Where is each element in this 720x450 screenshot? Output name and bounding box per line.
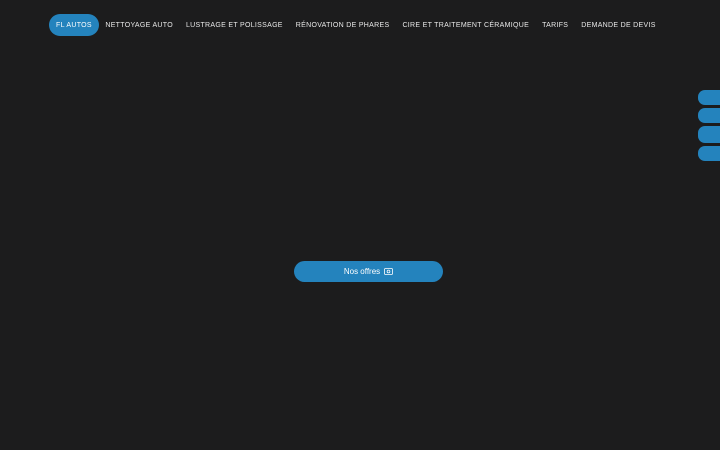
money-icon <box>384 268 394 275</box>
nav-item-tarifs[interactable]: TARIFS <box>536 14 575 36</box>
side-floating-buttons <box>698 90 720 161</box>
nav-item-renovation-de-phares[interactable]: RÉNOVATION DE PHARES <box>289 14 396 36</box>
main-navigation: FL AUTOS NETTOYAGE AUTO LUSTRAGE ET POLI… <box>49 14 662 36</box>
side-button-2[interactable] <box>698 108 720 123</box>
nav-item-nettoyage-auto[interactable]: NETTOYAGE AUTO <box>99 14 180 36</box>
side-button-1[interactable] <box>698 90 720 105</box>
side-button-4[interactable] <box>698 146 720 161</box>
nav-item-demande-de-devis[interactable]: DEMANDE DE DEVIS <box>575 14 662 36</box>
page: FL AUTOS NETTOYAGE AUTO LUSTRAGE ET POLI… <box>0 0 720 450</box>
nav-item-cire-et-traitement-ceramique[interactable]: CIRE ET TRAITEMENT CÉRAMIQUE <box>396 14 536 36</box>
cta-label: Nos offres <box>343 267 381 276</box>
nav-item-fl-autos[interactable]: FL AUTOS <box>49 14 99 36</box>
nav-item-lustrage-et-polissage[interactable]: LUSTRAGE ET POLISSAGE <box>179 14 289 36</box>
nos-offres-button[interactable]: Nos offres <box>294 261 443 282</box>
side-button-3[interactable] <box>698 126 720 143</box>
